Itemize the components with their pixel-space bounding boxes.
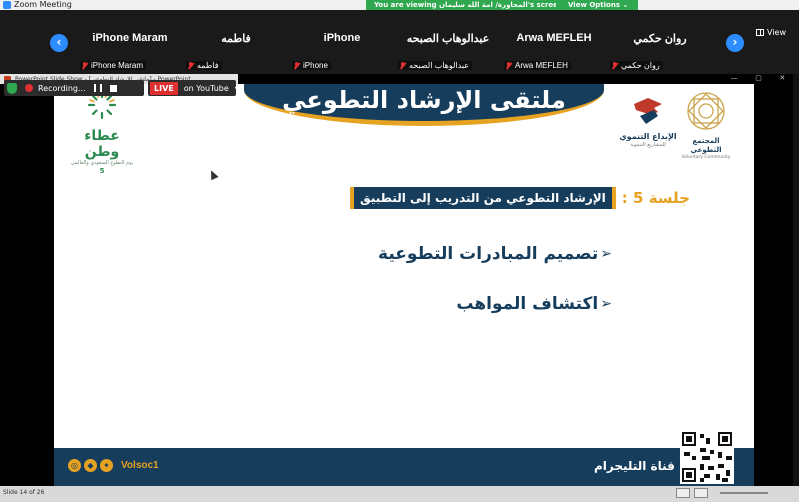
view-button[interactable]: View [756,26,788,38]
zoom-slider[interactable] [720,492,768,494]
participant-label: Arwa MEFLEH [504,61,571,70]
participant-label: iPhone Maram [80,61,147,70]
social-links: ◎ ◆ ✦ Volsoc1 [68,459,159,472]
view-options-label: View Options [568,1,621,9]
close-icon[interactable]: ✕ [779,74,785,84]
next-slide-button[interactable] [694,488,708,498]
qr-code-icon [680,430,734,484]
window-title: Zoom Meeting [14,0,72,9]
powerpoint-status-bar: Slide 14 of 26 [0,486,799,502]
participant-label-text: فاطمه [197,61,219,70]
twitter-icon: ✦ [100,459,113,472]
pause-recording-button[interactable] [93,84,102,92]
geometric-star-icon [687,92,725,130]
participant-name: روان حكمي [633,33,687,45]
participant-tile[interactable]: فاطمه فاطمه [184,22,288,74]
participant-name: عبدالوهاب الصبحه [406,33,490,45]
window-controls: — ▢ ✕ [722,74,794,84]
gallery-strip: ‹ iPhone Maram iPhone Maram فاطمه فاطمه … [0,10,799,74]
participant-name: iPhone Maram [92,32,168,44]
instagram-icon: ◎ [68,459,81,472]
participant-label: روان حكمي [610,61,663,70]
mouse-cursor-icon [207,168,219,181]
gallery-next-button[interactable]: › [726,34,744,52]
slide-footer: ◎ ◆ ✦ Volsoc1 قناة التليجرام [54,448,754,486]
participant-label-text: روان حكمي [621,61,660,70]
slide-counter: Slide 14 of 26 [3,489,45,496]
participant-label-text: عبدالوهاب الصبحه [409,61,470,70]
participant-tile[interactable]: Arwa MEFLEH Arwa MEFLEH [502,22,606,74]
title-ribbon: ملتقى الإرشاد التطوعي [244,84,604,126]
telegram-label: قناة التليجرام [594,459,675,473]
mic-muted-icon [293,61,300,70]
participant-label-text: iPhone Maram [91,61,144,70]
logo-sub-text: يوم التطوع السعودي والعالمي [70,160,134,166]
participant-label-text: iPhone [303,61,328,70]
mic-muted-icon [611,61,618,70]
bullet-text: اكتشاف المواهب [456,294,599,314]
participant-label-text: Arwa MEFLEH [515,61,568,70]
community-line1: المجتمع التطوعي [690,137,722,154]
live-badge: LIVE [150,81,178,95]
view-button-label: View [767,27,786,37]
chevron-down-icon: ▾ [234,83,239,93]
participant-label: iPhone [292,61,331,70]
live-target: on YouTube [183,83,229,93]
viewing-banner: You are viewing المحاورة/ امة الله سليما… [366,0,638,10]
participant-name: iPhone [323,32,361,44]
chevron-down-icon: ⌄ [622,1,629,9]
prev-slide-button[interactable] [676,488,690,498]
bullet-text: تصميم المبادرات التطوعية [378,244,599,264]
session-number: جلسة 5 : [621,189,690,207]
participant-tile[interactable]: iPhone iPhone [290,22,394,74]
voluntary-community-logo: المجتمع التطوعي Voluntary Community [677,90,735,160]
mic-muted-icon [399,61,406,70]
ibdaa-line2: للمشاريع التنموية [630,142,666,148]
gallery-prev-button[interactable]: ‹ [50,34,68,52]
mic-muted-icon [505,61,512,70]
recording-status: Recording... [38,83,86,93]
check-arrow-icon: ➢ [600,246,612,262]
social-handle: Volsoc1 [121,460,159,471]
mic-muted-icon [187,61,194,70]
logo-number: 5 [99,167,105,175]
recording-bar: Recording... [4,80,144,96]
viewing-text: You are viewing المحاورة/ امة الله سليما… [374,1,556,9]
mic-muted-icon [81,61,88,70]
ibdaa-line1: الإبداع التنموي [619,132,677,141]
check-arrow-icon: ➢ [600,296,612,312]
stop-recording-button[interactable] [109,84,117,92]
logo-brand-text: عطاء وطن [84,128,120,160]
zoom-window: Zoom Meeting You are viewing المحاورة/ ا… [0,0,799,502]
livestream-bar[interactable]: LIVE on YouTube ▾ [148,80,239,96]
bullet-item: ➢ اكتشاف المواهب [456,294,612,314]
record-dot-icon [25,84,33,92]
zoom-logo-icon [3,1,11,9]
security-shield-icon[interactable] [7,82,17,94]
ibdaa-logo: الإبداع التنموي للمشاريع التنموية [619,96,677,154]
vertical-scrollbar[interactable] [793,74,799,486]
grid-view-icon [756,28,764,36]
ataa-watan-logo: عطاء وطن يوم التطوع السعودي والعالمي 5 [66,90,138,175]
participant-label: عبدالوهاب الصبحه [398,61,473,70]
presentation-slide: ملتقى الإرشاد التطوعي عطاء وطن يوم التطو… [54,84,754,486]
bullet-item: ➢ تصميم المبادرات التطوعية [378,244,612,264]
participant-name: Arwa MEFLEH [516,32,592,44]
minimize-icon[interactable]: — [731,74,738,84]
participant-name: فاطمه [221,33,251,45]
community-line2: Voluntary Community [681,155,731,160]
ibdaa-mark-icon [634,98,662,124]
slide-title: ملتقى الإرشاد التطوعي [282,86,566,114]
participant-tile[interactable]: روان حكمي روان حكمي [608,22,712,74]
session-title: الإرشاد التطوعي من التدريب إلى التطبيق [350,187,616,209]
participant-tile[interactable]: عبدالوهاب الصبحه عبدالوهاب الصبحه [396,22,500,74]
restore-icon[interactable]: ▢ [755,74,762,84]
session-heading: جلسة 5 : الإرشاد التطوعي من التدريب إلى … [350,184,690,212]
participant-tile[interactable]: iPhone Maram iPhone Maram [78,22,182,74]
view-options-button[interactable]: View Options ⌄ [568,1,628,9]
participant-label: فاطمه [186,61,222,70]
snapchat-icon: ◆ [84,459,97,472]
